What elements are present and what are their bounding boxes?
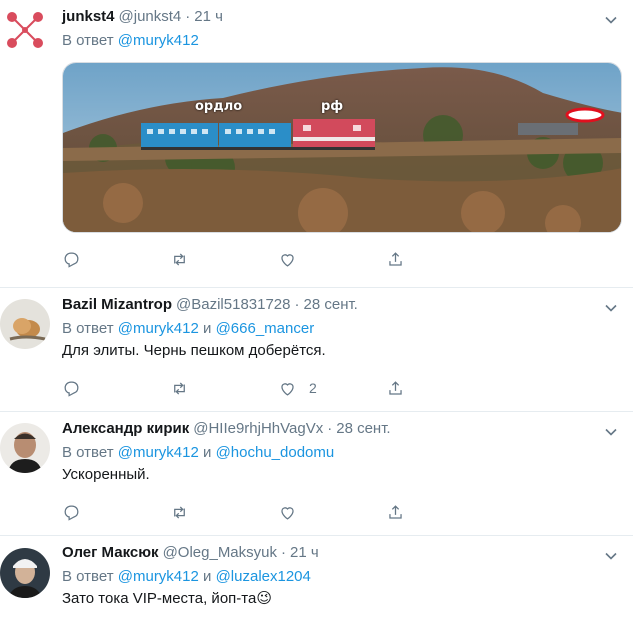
tweet-text: Зато тока VIP-места, йоп-та: [62, 590, 257, 607]
tweet[interactable]: Олег Максюк @Oleg_Maksyuk · 21 ч В ответ…: [0, 536, 633, 628]
reply-prefix: В ответ: [62, 568, 114, 585]
like-icon: [281, 382, 294, 396]
share-icon: [389, 504, 402, 519]
reply-icon: [64, 252, 79, 268]
separator: ·: [294, 296, 300, 313]
share-button[interactable]: [386, 250, 494, 269]
mention-link[interactable]: @hochu_dodomu: [216, 444, 335, 461]
reply-icon: [64, 505, 79, 521]
mention-link[interactable]: @muryk412: [118, 32, 199, 49]
separator: ·: [281, 544, 286, 561]
reply-prefix: В ответ: [62, 32, 114, 49]
retweet-button[interactable]: [170, 250, 278, 269]
avatar[interactable]: [0, 5, 50, 55]
reply-joiner: и: [203, 320, 212, 337]
mention-link[interactable]: @666_mancer: [216, 320, 315, 337]
reply-button[interactable]: [62, 250, 170, 269]
wink-emoji: 😉: [256, 590, 272, 607]
user-handle[interactable]: @HIIe9rhjHhVagVx: [193, 420, 323, 437]
share-icon: [389, 251, 402, 266]
avatar[interactable]: [0, 548, 50, 598]
timestamp[interactable]: 28 сент.: [336, 420, 390, 437]
mention-link[interactable]: @luzalex1204: [216, 568, 311, 585]
timestamp[interactable]: 28 сент.: [304, 296, 358, 313]
avatar[interactable]: [0, 423, 50, 473]
retweet-icon: [174, 382, 185, 394]
separator: ·: [327, 420, 333, 437]
reply-joiner: и: [203, 444, 212, 461]
mention-link[interactable]: @muryk412: [118, 444, 199, 461]
separator: ·: [185, 8, 191, 25]
caret-down-icon[interactable]: [603, 300, 619, 316]
share-icon: [389, 380, 402, 395]
tweet[interactable]: Александр кирик @HIIe9rhjHhVagVx · 28 се…: [0, 412, 633, 536]
avatar[interactable]: [0, 299, 50, 349]
tweet-header: junkst4 @junkst4 · 21 ч: [62, 8, 617, 30]
timestamp[interactable]: 21 ч: [194, 8, 223, 25]
tweet[interactable]: junkst4 @junkst4 · 21 ч В ответ @muryk41…: [0, 0, 633, 288]
display-name[interactable]: Александр кирик: [62, 420, 189, 437]
tweet-actions: 2: [62, 368, 617, 408]
like-icon: [281, 253, 294, 267]
like-button[interactable]: [278, 503, 386, 522]
reply-joiner: и: [203, 568, 212, 585]
caret-down-icon[interactable]: [603, 548, 619, 564]
tweet[interactable]: Bazil Mizantrop @Bazil51831728 · 28 сент…: [0, 288, 633, 412]
image-label-ordlo: ордло: [195, 99, 243, 114]
reply-context: В ответ @muryk412 и @666_mancer: [62, 318, 617, 340]
share-button[interactable]: [386, 379, 494, 398]
tweet-text: Ускоренный.: [62, 466, 150, 483]
user-handle[interactable]: @junkst4: [119, 8, 182, 25]
reply-context: В ответ @muryk412: [62, 30, 617, 52]
like-button[interactable]: 2: [278, 379, 386, 398]
retweet-icon: [174, 506, 185, 518]
tweet-header: Олег Максюк @Oleg_Maksyuk · 21 ч: [62, 544, 617, 566]
tweet-text-container: Зато тока VIP-места, йоп-та😉: [62, 588, 617, 610]
reply-button[interactable]: [62, 503, 170, 522]
display-name[interactable]: Bazil Mizantrop: [62, 296, 172, 313]
caret-down-icon[interactable]: [603, 424, 619, 440]
user-handle[interactable]: @Oleg_Maksyuk: [163, 544, 277, 561]
reply-prefix: В ответ: [62, 444, 114, 461]
reply-context: В ответ @muryk412 и @luzalex1204: [62, 566, 617, 588]
caret-down-icon[interactable]: [603, 12, 619, 28]
retweet-icon: [174, 253, 185, 265]
timestamp[interactable]: 21 ч: [290, 544, 319, 561]
retweet-button[interactable]: [170, 379, 278, 398]
mention-link[interactable]: @muryk412: [118, 568, 199, 585]
display-name[interactable]: junkst4: [62, 8, 115, 25]
image-label-rf: рф: [321, 99, 344, 114]
tweet-image[interactable]: ордло рф: [62, 62, 622, 233]
like-count: 2: [309, 380, 317, 396]
display-name[interactable]: Олег Максюк: [62, 544, 159, 561]
mention-link[interactable]: @muryk412: [118, 320, 199, 337]
retweet-button[interactable]: [170, 503, 278, 522]
reply-icon: [64, 381, 79, 397]
reply-button[interactable]: [62, 379, 170, 398]
user-handle[interactable]: @Bazil51831728: [176, 296, 290, 313]
tweet-actions: [62, 492, 617, 532]
tweet-text: Для элиты. Чернь пешком доберётся.: [62, 342, 326, 359]
reply-prefix: В ответ: [62, 320, 114, 337]
reply-context: В ответ @muryk412 и @hochu_dodomu: [62, 442, 617, 464]
tweet-header: Александр кирик @HIIe9rhjHhVagVx · 28 се…: [62, 420, 617, 442]
tweet-header: Bazil Mizantrop @Bazil51831728 · 28 сент…: [62, 296, 617, 318]
tweet-actions: [62, 239, 617, 279]
like-icon: [281, 506, 294, 520]
like-button[interactable]: [278, 250, 386, 269]
share-button[interactable]: [386, 503, 494, 522]
